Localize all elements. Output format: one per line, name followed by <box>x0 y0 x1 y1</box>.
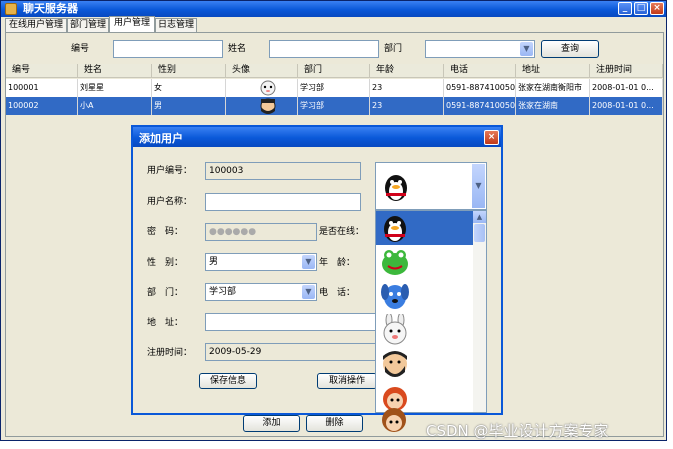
col-header-phone[interactable]: 电话 <box>444 64 516 78</box>
search-name-label: 姓名 <box>228 44 247 54</box>
reg-time-label: 注册时间： <box>147 348 193 358</box>
dialog-close-button[interactable]: × <box>484 130 499 145</box>
col-header-age[interactable]: 年龄 <box>370 64 444 78</box>
search-name-input[interactable] <box>269 40 379 58</box>
cell-reg-time: 2008-01-01 0... <box>590 79 663 97</box>
brown-hair-boy-icon[interactable] <box>378 404 410 436</box>
user-id-field: 100003 <box>205 162 361 180</box>
scroll-up-icon[interactable]: ▲ <box>473 211 486 223</box>
bearded-man-icon <box>383 351 407 377</box>
qq-penguin-icon <box>385 175 407 201</box>
col-header-gender[interactable]: 性别 <box>152 64 226 78</box>
add-user-dialog: 添加用户 × 用户编号： 100003 用户名称： 密 码： ●●●●●● 是否… <box>131 125 503 415</box>
cell-gender: 女 <box>152 79 226 97</box>
avatar-dropdown-list[interactable]: ▲ <box>375 210 487 413</box>
cell-name: 小A <box>78 97 152 115</box>
user-id-label: 用户编号： <box>147 166 193 176</box>
gender-value: 男 <box>209 257 219 267</box>
cell-avatar <box>226 97 298 115</box>
col-header-dept[interactable]: 部门 <box>298 64 370 78</box>
qq-penguin-icon <box>384 216 406 242</box>
dept-select[interactable]: 学习部 ▼ <box>205 283 317 301</box>
rabbit-avatar-icon <box>260 80 276 96</box>
password-label: 密 码： <box>147 227 184 237</box>
search-id-input[interactable] <box>113 40 223 58</box>
scrollbar-thumb[interactable] <box>474 224 485 242</box>
cell-avatar <box>226 79 298 97</box>
dept-label: 部 门： <box>147 288 184 298</box>
search-dept-select[interactable]: ▼ <box>425 40 535 58</box>
gender-select[interactable]: 男 ▼ <box>205 253 317 271</box>
cell-address: 张家在湖南衡阳市 <box>516 79 590 97</box>
avatar-combo[interactable]: ▼ <box>375 162 487 210</box>
window-title: 聊天服务器 <box>23 2 78 15</box>
blue-dog-icon <box>381 284 409 309</box>
window-titlebar[interactable]: 聊天服务器 _ □ × <box>1 1 666 17</box>
table-row-selected[interactable]: 100002 小A 男 学习部 23 0591-887410050 张家在湖南 … <box>6 97 663 115</box>
watermark-text: CSDN @毕业设计方案专家 <box>426 422 609 440</box>
save-info-button[interactable]: 保存信息 <box>199 373 257 389</box>
dept-value: 学习部 <box>209 287 237 297</box>
tab-online-users[interactable]: 在线用户管理 <box>5 18 67 33</box>
cell-name: 刘星星 <box>78 79 152 97</box>
bearded-man-avatar-icon <box>260 98 276 114</box>
reg-time-field: 2009-05-29 <box>205 343 377 361</box>
white-rabbit-icon <box>383 314 407 345</box>
avatar-option-selected[interactable] <box>376 211 473 245</box>
tab-log-management[interactable]: 日志管理 <box>155 18 197 33</box>
address-label: 地 址： <box>147 318 184 328</box>
add-button[interactable]: 添加 <box>243 415 300 432</box>
cancel-button[interactable]: 取消操作 <box>317 373 377 389</box>
delete-button[interactable]: 删除 <box>306 415 363 432</box>
chevron-down-icon[interactable]: ▼ <box>302 255 315 269</box>
close-button[interactable]: × <box>650 2 664 15</box>
tab-user-management[interactable]: 用户管理 <box>109 16 155 33</box>
phone-label: 电 话： <box>319 288 356 298</box>
chevron-down-icon[interactable]: ▼ <box>472 164 485 208</box>
user-name-field[interactable] <box>205 193 361 211</box>
minimize-button[interactable]: _ <box>618 2 632 15</box>
col-header-name[interactable]: 姓名 <box>78 64 152 78</box>
table-row[interactable]: 100001 刘星星 女 学习部 23 0591-887410050 张家在湖南… <box>6 79 663 97</box>
app-icon <box>5 3 17 15</box>
cell-age: 23 <box>370 79 444 97</box>
col-header-address[interactable]: 地址 <box>516 64 590 78</box>
user-name-label: 用户名称： <box>147 197 193 207</box>
gender-label: 性 别： <box>147 258 184 268</box>
search-id-label: 编号 <box>71 44 90 54</box>
chevron-down-icon[interactable]: ▼ <box>520 42 533 56</box>
cell-reg-time: 2008-01-01 0... <box>590 97 663 115</box>
cell-phone: 0591-887410050 <box>444 79 516 97</box>
col-header-id[interactable]: 编号 <box>6 64 78 78</box>
cell-address: 张家在湖南 <box>516 97 590 115</box>
address-field[interactable] <box>205 313 377 331</box>
chevron-down-icon[interactable]: ▼ <box>302 285 315 299</box>
cell-gender: 男 <box>152 97 226 115</box>
cell-phone: 0591-887410050 <box>444 97 516 115</box>
search-dept-label: 部门 <box>384 44 403 54</box>
cell-id: 100001 <box>6 79 78 97</box>
password-field[interactable]: ●●●●●● <box>205 223 317 241</box>
cell-dept: 学习部 <box>298 79 370 97</box>
avatar-list-scrollbar[interactable]: ▲ <box>473 211 486 412</box>
dialog-title: 添加用户 <box>139 132 183 145</box>
query-button[interactable]: 查询 <box>541 40 599 58</box>
col-header-avatar[interactable]: 头像 <box>226 64 298 78</box>
age-label: 年 龄： <box>319 258 356 268</box>
online-label: 是否在线： <box>319 227 365 237</box>
cell-id: 100002 <box>6 97 78 115</box>
cell-dept: 学习部 <box>298 97 370 115</box>
tab-dept-management[interactable]: 部门管理 <box>67 18 109 33</box>
dialog-titlebar[interactable]: 添加用户 × <box>133 127 501 147</box>
maximize-button[interactable]: □ <box>634 2 648 15</box>
green-frog-icon <box>382 250 408 275</box>
col-header-reg-time[interactable]: 注册时间 <box>590 64 663 78</box>
cell-age: 23 <box>370 97 444 115</box>
